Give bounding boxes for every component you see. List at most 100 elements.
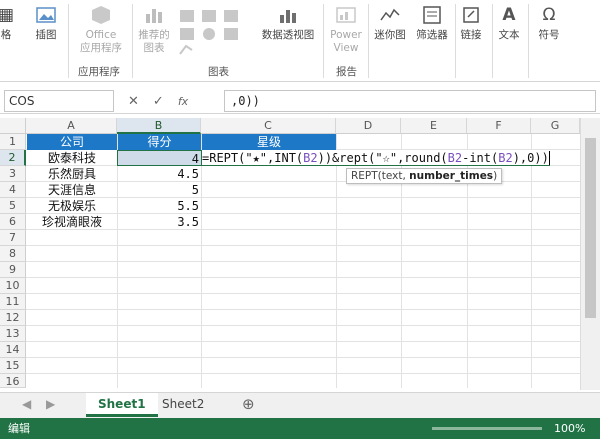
cell-header-company[interactable]: 公司	[27, 134, 117, 150]
row-header[interactable]: 16	[0, 374, 26, 388]
column-header[interactable]: B	[117, 118, 201, 134]
row-header[interactable]: 9	[0, 262, 26, 278]
cell-company[interactable]: 无极娱乐	[27, 198, 117, 214]
picture-icon	[33, 3, 59, 27]
symbol-button[interactable]: Ω 符号	[532, 0, 566, 42]
cell-header-rating[interactable]: 星级	[202, 134, 336, 150]
illustrations-button[interactable]: 插图	[28, 0, 64, 42]
formula-cell-reference: B2	[498, 151, 513, 165]
row-header[interactable]: 10	[0, 278, 26, 294]
sparkline-button[interactable]: 迷你图	[370, 0, 410, 42]
gridline	[26, 261, 580, 262]
tab-sheet2[interactable]: Sheet2	[150, 393, 216, 417]
row-header[interactable]: 12	[0, 310, 26, 326]
cell-formula-editor[interactable]: =REPT("★",INT(B2))&rept("☆",round(B2-int…	[202, 150, 550, 166]
enter-button[interactable]: ✓	[153, 94, 164, 109]
row-header[interactable]: 5	[0, 198, 26, 214]
insert-function-button[interactable]: fx	[178, 95, 188, 108]
formula-text: ))&rept("☆",round(	[317, 151, 448, 165]
tooltip-close-paren: )	[493, 170, 498, 182]
office-apps-button[interactable]: Office 应用程序	[76, 0, 126, 55]
recommended-charts-icon	[141, 3, 167, 27]
cell-score[interactable]: 5.5	[118, 198, 201, 214]
tooltip-argument[interactable]: number_times	[409, 170, 493, 182]
power-view-button[interactable]: Power View	[326, 0, 366, 55]
formula-cursor: )	[541, 151, 550, 165]
cell-company[interactable]: 天涯信息	[27, 182, 117, 198]
formula-text: =REPT("★",INT(	[202, 151, 304, 165]
cell-score[interactable]: 4.5	[118, 166, 201, 182]
formula-text: ),0)	[512, 151, 542, 165]
scroll-right-icon[interactable]: ▶	[34, 393, 67, 417]
pivot-chart-icon	[275, 3, 301, 27]
gridline	[26, 277, 580, 278]
link-button[interactable]: 链接	[456, 0, 486, 42]
vertical-scrollbar[interactable]	[580, 118, 600, 390]
column-header[interactable]: C	[201, 118, 336, 134]
chart-type-gallery[interactable]	[178, 6, 250, 58]
status-mode: 编辑	[8, 422, 30, 435]
gridline	[26, 325, 580, 326]
sheet-tab-bar: ◀ ▶ Sheet1 Sheet2 ⊕	[0, 392, 600, 418]
row-header[interactable]: 1	[0, 134, 26, 150]
cell-header-score[interactable]: 得分	[118, 134, 201, 150]
row-header[interactable]: 6	[0, 214, 26, 230]
row-header[interactable]: 15	[0, 358, 26, 374]
row-header[interactable]: 13	[0, 326, 26, 342]
cancel-button[interactable]: ✕	[128, 94, 139, 109]
row-header[interactable]: 14	[0, 342, 26, 358]
row-header[interactable]: 8	[0, 246, 26, 262]
group-separator	[528, 4, 529, 78]
filter-icon	[419, 3, 445, 27]
formula-buttons: ✕ ✓ fx	[128, 90, 188, 112]
row-header[interactable]: 2	[0, 150, 26, 166]
cell-company[interactable]: 欧泰科技	[27, 150, 117, 166]
tooltip-signature: REPT(text,	[351, 170, 410, 182]
formula-cell-reference: B2	[447, 151, 463, 165]
row-header[interactable]: 4	[0, 182, 26, 198]
column-header[interactable]: A	[26, 118, 117, 134]
group-label-charts: 图表	[208, 66, 229, 78]
name-box[interactable]: COS	[4, 90, 114, 112]
status-bar: 编辑 100%	[0, 418, 600, 439]
cell-company[interactable]: 珍视滴眼液	[27, 214, 117, 230]
row-header[interactable]: 11	[0, 294, 26, 310]
scrollbar-thumb[interactable]	[585, 138, 596, 318]
formula-input[interactable]: ,0))	[224, 90, 596, 112]
cell-score-selected[interactable]: 4	[117, 150, 202, 166]
cell-score[interactable]: 5	[118, 182, 201, 198]
row-header[interactable]: 7	[0, 230, 26, 246]
table-button[interactable]: ▦ 格	[0, 0, 18, 42]
formula-text: -int(	[462, 151, 499, 165]
ribbon: ▦ 格 插图 Office 应用程序 应用程序 推荐的 图表 图表 数据透视图	[0, 0, 600, 82]
zoom-slider[interactable]	[432, 427, 542, 430]
column-header[interactable]: G	[531, 118, 580, 134]
group-label-reports: 报告	[336, 66, 357, 78]
formula-bar: COS ✕ ✓ fx ,0))	[0, 88, 600, 114]
group-label-apps: 应用程序	[78, 66, 120, 78]
cell-company[interactable]: 乐然厨具	[27, 166, 117, 182]
column-header[interactable]: D	[336, 118, 401, 134]
group-separator	[68, 4, 69, 78]
slicer-filter-button[interactable]: 筛选器	[412, 0, 452, 42]
cell-score[interactable]: 3.5	[118, 214, 201, 230]
office-apps-icon	[88, 3, 114, 27]
zoom-level[interactable]: 100%	[554, 418, 585, 439]
column-header[interactable]: E	[401, 118, 467, 134]
row-header[interactable]: 3	[0, 166, 26, 182]
group-separator	[132, 4, 133, 78]
select-all-corner[interactable]	[0, 118, 26, 134]
add-sheet-icon[interactable]: ⊕	[230, 393, 267, 417]
gridline	[26, 357, 580, 358]
group-separator	[492, 4, 493, 78]
pivot-chart-button[interactable]: 数据透视图	[256, 0, 320, 42]
column-header[interactable]: F	[467, 118, 531, 134]
tab-sheet1[interactable]: Sheet1	[86, 393, 158, 417]
formula-cell-reference: B2	[303, 151, 318, 165]
text-button[interactable]: A 文本	[494, 0, 524, 42]
text-icon: A	[502, 4, 516, 25]
group-separator	[368, 4, 369, 78]
recommended-charts-button[interactable]: 推荐的 图表	[134, 0, 174, 55]
function-tooltip: REPT(text, number_times)	[346, 168, 503, 184]
power-view-icon	[333, 3, 359, 27]
